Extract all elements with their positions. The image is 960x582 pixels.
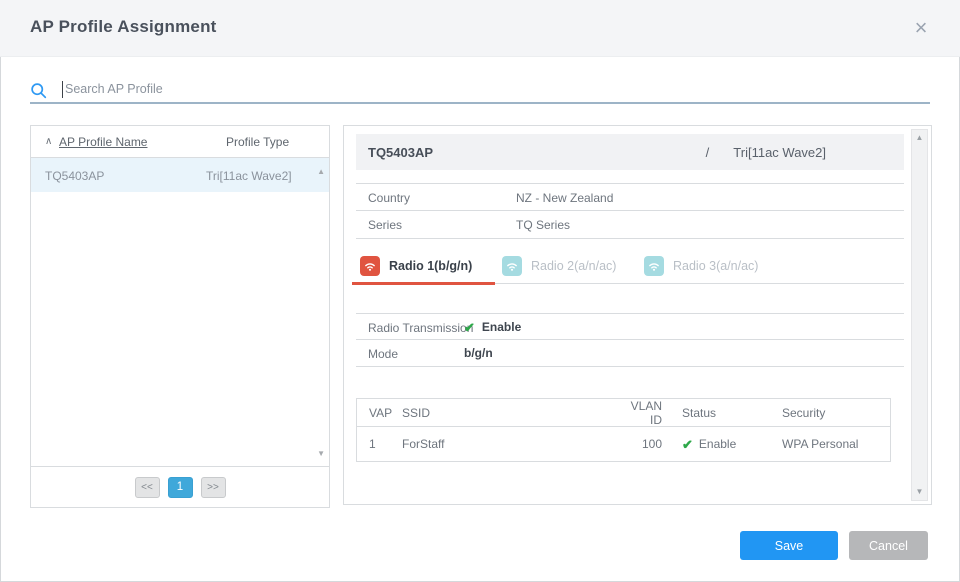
tab-radio-3[interactable]: Radio 3(a/n/ac) [640,249,782,283]
status-cell: ✔ Enable [682,437,782,451]
vlan-id-cell: 100 [622,437,662,451]
sort-ascending-icon[interactable]: ∧ [45,136,52,147]
wifi-icon [360,256,380,276]
scroll-up-icon[interactable]: ▲ [317,168,325,176]
detail-title-bar: TQ5403AP / Tri[11ac Wave2] [356,134,904,170]
radio-tabs: Radio 1(b/g/n) Radio 2(a/n/ac) [356,249,904,284]
tab-radio-1-label: Radio 1(b/g/n) [389,259,472,273]
detail-profile-type: Tri[11ac Wave2] [733,145,826,160]
tab-radio-3-label: Radio 3(a/n/ac) [673,259,758,273]
country-row: Country NZ - New Zealand [356,183,904,211]
check-icon: ✔ [464,321,475,334]
tab-radio-1[interactable]: Radio 1(b/g/n) [356,249,498,283]
country-label: Country [368,191,410,205]
scroll-down-icon[interactable]: ▼ [916,484,924,500]
profile-detail-content: TQ5403AP / Tri[11ac Wave2] Country NZ - … [356,134,904,462]
column-header-status: Status [682,406,782,420]
profile-list-panel: ∧ AP Profile Name Profile Type TQ5403AP … [30,125,330,508]
detail-profile-name: TQ5403AP [368,145,706,160]
pagination-last-button[interactable]: >> [201,477,226,498]
save-button[interactable]: Save [740,531,838,560]
ssid-cell: ForStaff [402,437,622,451]
wifi-icon [644,256,664,276]
status-text: Enable [699,437,736,451]
detail-info-rows: Country NZ - New Zealand Series TQ Serie… [356,183,904,239]
tab-radio-2-label: Radio 2(a/n/ac) [531,259,616,273]
column-header-security: Security [782,406,890,420]
column-header-ap-profile-name[interactable]: AP Profile Name [59,135,147,149]
search-input[interactable] [65,79,885,99]
tab-radio-2[interactable]: Radio 2(a/n/ac) [498,249,640,283]
scroll-down-icon[interactable]: ▼ [317,450,325,458]
scroll-up-icon[interactable]: ▲ [916,130,924,146]
table-row-profile[interactable]: TQ5403AP Tri[11ac Wave2] [31,158,329,192]
series-value: TQ Series [516,218,570,232]
mode-value: b/g/n [464,346,493,360]
security-cell: WPA Personal [782,437,890,451]
mode-label: Mode [368,347,398,361]
column-header-profile-type: Profile Type [226,135,289,149]
vap-cell: 1 [369,437,402,451]
detail-title-separator: / [706,145,710,160]
close-icon[interactable]: × [908,14,934,42]
search-box [30,76,930,104]
cancel-button[interactable]: Cancel [849,531,928,560]
page-title: AP Profile Assignment [30,17,217,37]
dialog-header: AP Profile Assignment × [0,0,960,57]
text-caret [62,81,63,98]
column-header-vlan-id: VLAN ID [622,399,662,427]
radio-transmission-label: Radio Transmission [368,321,473,335]
profile-detail-panel: TQ5403AP / Tri[11ac Wave2] Country NZ - … [343,125,932,505]
detail-scrollbar[interactable]: ▲ ▼ [911,129,928,501]
wifi-icon [502,256,522,276]
radio-transmission-row: Radio Transmission ✔ Enable [356,313,904,340]
check-icon: ✔ [682,438,693,451]
series-row: Series TQ Series [356,211,904,239]
column-header-ssid: SSID [402,406,622,420]
mode-row: Mode b/g/n [356,340,904,367]
profile-list-body: TQ5403AP Tri[11ac Wave2] ▲ ▼ [31,158,329,466]
pagination-page-1-button[interactable]: 1 [168,477,193,498]
pagination: << 1 >> [31,466,329,507]
column-header-vap: VAP [369,406,402,420]
table-row-vap: 1 ForStaff 100 ✔ Enable WPA Personal [357,427,890,461]
vap-table-header: VAP SSID VLAN ID Status Security [357,399,890,427]
profile-type-cell: Tri[11ac Wave2] [206,169,292,183]
profile-list-header: ∧ AP Profile Name Profile Type [31,126,329,158]
radio-setting-rows: Radio Transmission ✔ Enable Mode b/g/n [356,313,904,367]
country-value: NZ - New Zealand [516,191,613,205]
profile-name-cell: TQ5403AP [45,169,104,183]
search-icon [30,82,47,104]
radio-transmission-status: Enable [482,320,521,334]
series-label: Series [368,218,402,232]
pagination-first-button[interactable]: << [135,477,160,498]
vap-table: VAP SSID VLAN ID Status Security 1 ForSt… [356,398,891,462]
radio-transmission-value: ✔ Enable [464,320,521,334]
